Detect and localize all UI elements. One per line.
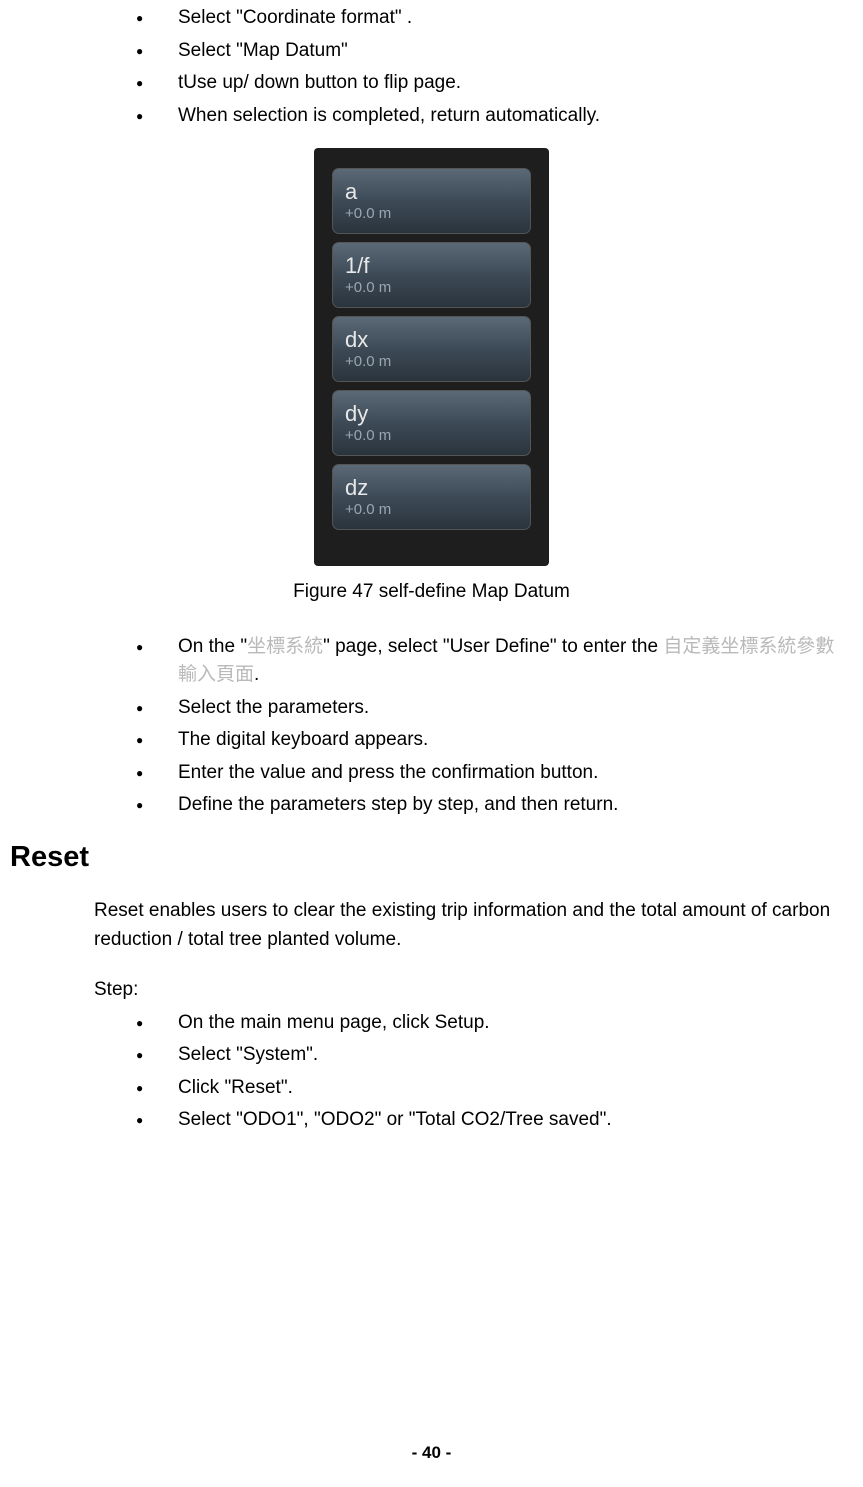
grey-text: 坐標系統 [247,636,323,657]
list-text: Select "Map Datum" [178,40,348,61]
list-text: Enter the value and press the confirmati… [178,762,598,783]
param-val: +0.0 m [345,206,518,223]
list-text: Select "System". [178,1044,318,1065]
figure-caption: Figure 47 self-define Map Datum [10,578,853,607]
param-key: dy [345,402,518,426]
list-item: Click "Reset". [136,1074,853,1103]
list-text: The digital keyboard appears. [178,729,428,750]
bullet-list-mid: On the "坐標系統" page, select "User Define"… [136,633,853,820]
list-text: Select "ODO1", "ODO2" or "Total CO2/Tree… [178,1109,612,1130]
list-text-part: . [254,664,259,685]
bullet-list-top: Select "Coordinate format" . Select "Map… [136,0,853,130]
list-text: When selection is completed, return auto… [178,105,600,126]
list-text: Define the parameters step by step, and … [178,794,618,815]
document-page: Select "Coordinate format" . Select "Map… [0,0,863,1487]
list-item: On the "坐標系統" page, select "User Define"… [136,633,853,690]
list-text: tUse up/ down button to flip page. [178,72,461,93]
list-item: The digital keyboard appears. [136,726,853,755]
list-text: Select the parameters. [178,697,369,718]
list-text: On the main menu page, click Setup. [178,1012,490,1033]
bullet-list-steps: On the main menu page, click Setup. Sele… [136,1009,853,1135]
list-item: tUse up/ down button to flip page. [136,69,853,98]
list-item: Enter the value and press the confirmati… [136,759,853,788]
step-label: Step: [94,976,853,1005]
param-row-a: a +0.0 m [332,168,531,234]
param-row-dy: dy +0.0 m [332,390,531,456]
list-item: Select the parameters. [136,694,853,723]
list-item: Select "ODO1", "ODO2" or "Total CO2/Tree… [136,1106,853,1135]
list-item: Select "Map Datum" [136,37,853,66]
device-screen: a +0.0 m 1/f +0.0 m dx +0.0 m dy +0.0 m … [314,148,549,566]
param-key: dz [345,476,518,500]
list-item: Select "System". [136,1041,853,1070]
figure-47: a +0.0 m 1/f +0.0 m dx +0.0 m dy +0.0 m … [10,148,853,566]
list-item: On the main menu page, click Setup. [136,1009,853,1038]
section-heading-reset: Reset [10,836,853,880]
param-row-1f: 1/f +0.0 m [332,242,531,308]
list-text-part: " page, select "User Define" to enter th… [323,636,663,657]
list-text: Select "Coordinate format" . [178,7,412,28]
param-key: a [345,180,518,204]
list-text-part: On the " [178,636,247,657]
param-val: +0.0 m [345,280,518,297]
list-item: Select "Coordinate format" . [136,4,853,33]
param-key: dx [345,328,518,352]
page-number: - 40 - [0,1440,863,1466]
list-item: Define the parameters step by step, and … [136,791,853,820]
param-row-dx: dx +0.0 m [332,316,531,382]
param-val: +0.0 m [345,354,518,371]
param-val: +0.0 m [345,502,518,519]
reset-body: Reset enables users to clear the existin… [94,897,853,954]
list-text: Click "Reset". [178,1077,293,1098]
param-row-dz: dz +0.0 m [332,464,531,530]
list-item: When selection is completed, return auto… [136,102,853,131]
param-key: 1/f [345,254,518,278]
param-val: +0.0 m [345,428,518,445]
